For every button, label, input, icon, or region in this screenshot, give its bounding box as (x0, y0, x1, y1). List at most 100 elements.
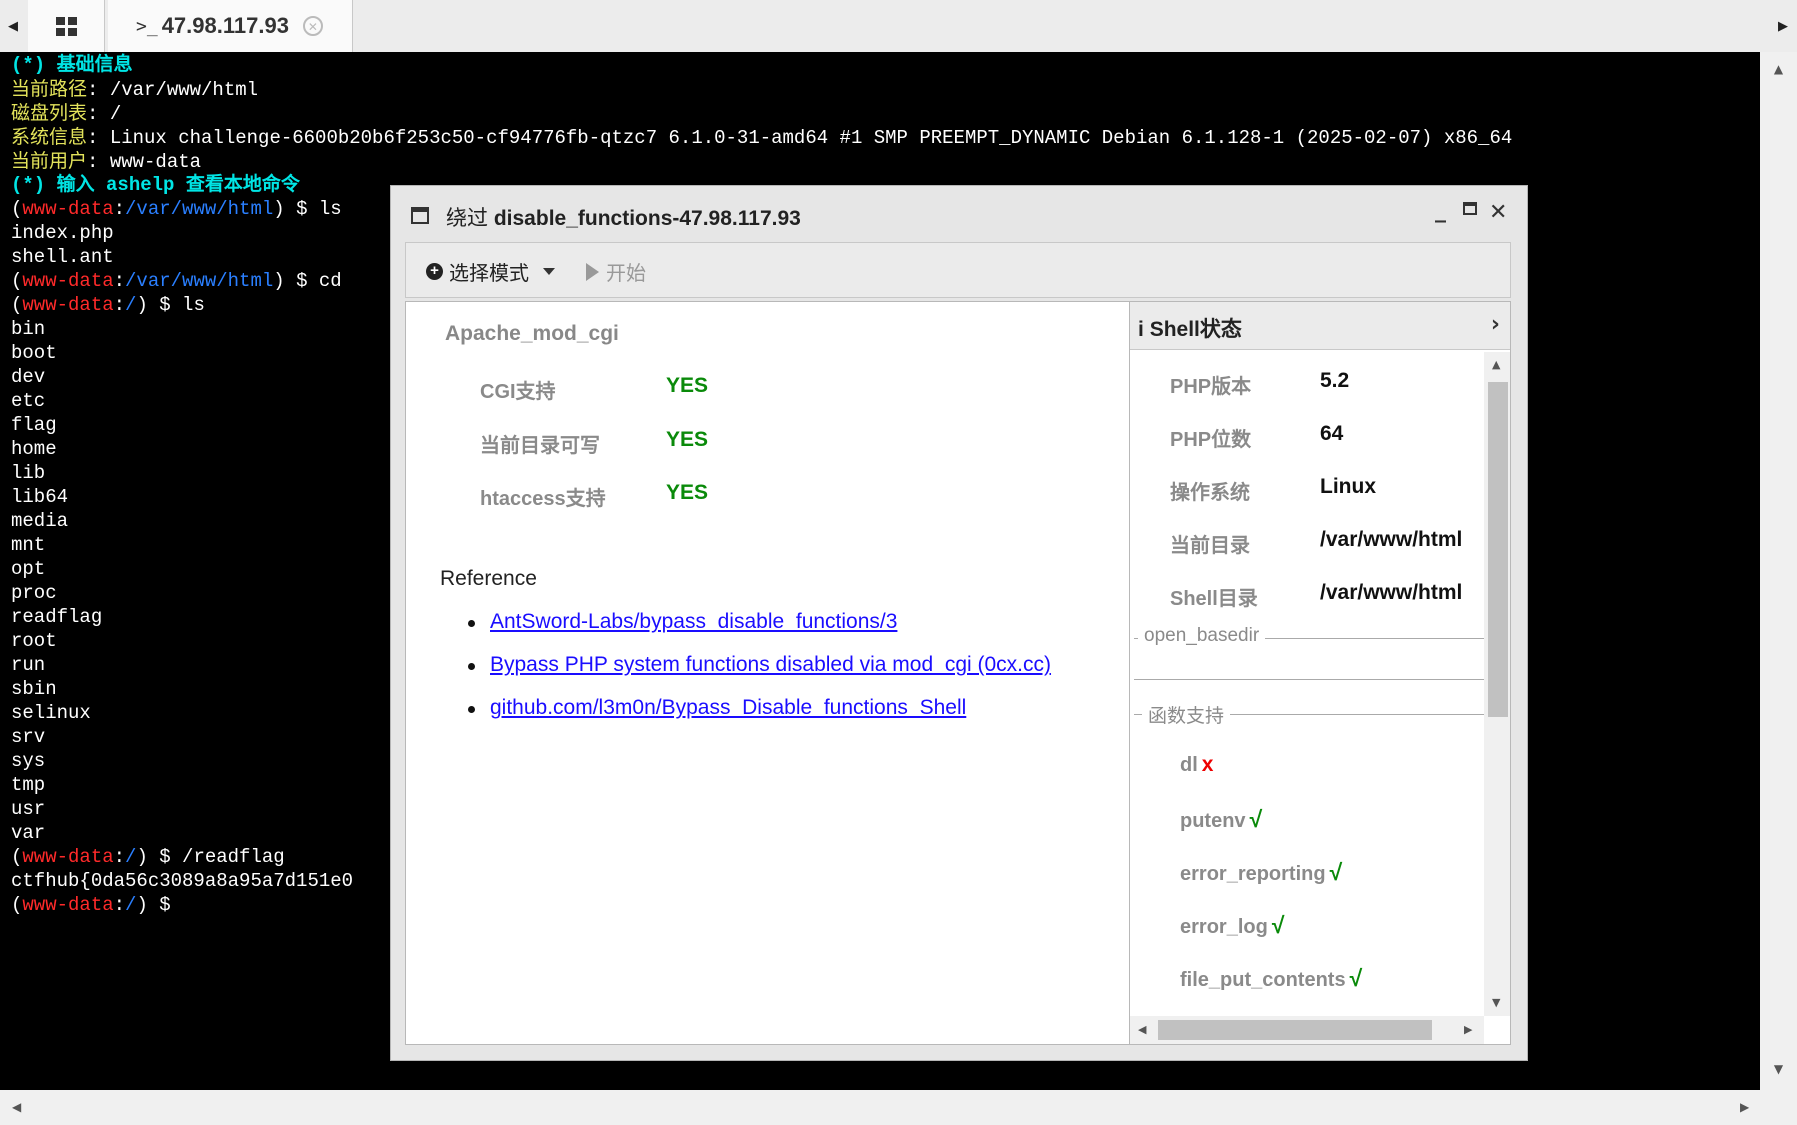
fieldset-divider (1134, 679, 1484, 680)
terminal-horizontal-scrollbar[interactable]: ◀ ▶ (0, 1090, 1797, 1125)
maximize-icon[interactable] (1463, 202, 1477, 215)
check-value: YES (666, 374, 709, 397)
terminal-text: : /var/www/html (87, 79, 259, 101)
function-name: putenv (1180, 810, 1246, 832)
function-name: dl (1180, 754, 1198, 776)
reference-item: github.com/l3m0n/Bypass_Disable_function… (467, 694, 1051, 737)
status-label: 操作系统 (1170, 482, 1250, 504)
terminal-text: : www-data (87, 151, 202, 173)
terminal-text: shell.ant (11, 246, 114, 268)
reference-link[interactable]: github.com/l3m0n/Bypass_Disable_function… (490, 696, 966, 719)
scroll-right-icon[interactable]: ▶ (1464, 1023, 1472, 1036)
terminal-text: var (11, 822, 46, 844)
terminal-text: media (11, 510, 69, 532)
tab-home[interactable] (28, 0, 105, 52)
window-title-prefix: 绕过 (446, 207, 488, 230)
chevron-right-icon[interactable]: › (1491, 312, 1500, 337)
functions-label: 函数支持 (1142, 701, 1231, 728)
scrollbar-thumb[interactable] (1158, 1020, 1432, 1040)
scroll-right-icon[interactable]: ▶ (1740, 1100, 1749, 1114)
caret-down-icon (543, 268, 555, 275)
status-value: 5.2 (1320, 369, 1350, 392)
function-item: error_reporting √ (1180, 859, 1342, 886)
shell-status-panel: i Shell状态 › PHP版本 5.2 PHP位数 64 操作系统 Linu… (1129, 301, 1511, 1045)
terminal-vertical-scrollbar[interactable]: ▲ ▼ (1760, 52, 1797, 1090)
terminal-text: ) $ ls (136, 294, 205, 316)
minimize-icon[interactable]: _ (1435, 198, 1446, 223)
terminal-text: ( (11, 846, 23, 868)
terminal-text: : / (87, 103, 122, 125)
reference-link[interactable]: AntSword-Labs/bypass_disable_functions/3 (490, 610, 897, 633)
terminal-line: 系统信息: Linux challenge-6600b20b6f253c50-c… (11, 125, 1512, 149)
terminal-text: ctfhub{0da56c3089a8a95a7d151e0 (11, 870, 354, 892)
shell-status-header[interactable]: i Shell状态 › (1130, 302, 1510, 350)
terminal-text: www-data (22, 294, 114, 316)
terminal-text: home (11, 438, 57, 460)
status-value: Linux (1320, 475, 1376, 498)
supported-icon: √ (1329, 859, 1343, 885)
terminal-text: /var/www/html (125, 270, 274, 292)
select-mode-dropdown[interactable]: + 选择模式 (426, 257, 555, 286)
check-label: htaccess支持 (480, 488, 606, 510)
scroll-up-icon[interactable]: ▲ (1492, 358, 1500, 371)
terminal-text: srv (11, 726, 46, 748)
close-tab-icon[interactable]: ✕ (302, 16, 323, 36)
tab-connection[interactable]: >_ 47.98.117.93 ✕ (108, 0, 353, 52)
terminal-text: root (11, 630, 57, 652)
close-window-icon[interactable]: ✕ (1489, 200, 1507, 225)
scroll-left-icon[interactable]: ◀ (12, 1100, 21, 1114)
plus-circle-icon: + (426, 263, 443, 280)
play-icon (586, 262, 599, 281)
status-vertical-scrollbar[interactable]: ▲ ▼ (1484, 352, 1510, 1016)
scrollbar-thumb[interactable] (1488, 382, 1508, 717)
status-value: 64 (1320, 422, 1344, 445)
terminal-text: www-data (22, 270, 114, 292)
status-horizontal-scrollbar[interactable]: ◀ ▶ (1130, 1016, 1484, 1044)
scroll-up-icon[interactable]: ▲ (1760, 62, 1797, 76)
check-value: YES (666, 481, 709, 504)
terminal-text: index.php (11, 222, 114, 244)
start-label: 开始 (606, 263, 646, 285)
reference-item: Bypass PHP system functions disabled via… (467, 651, 1051, 694)
function-item: dl x (1180, 753, 1213, 777)
scroll-left-icon[interactable]: ◀ (1138, 1023, 1146, 1036)
function-item: error_log √ (1180, 912, 1284, 939)
tab-bar: ◀ >_ 47.98.117.93 ✕ ▶ (0, 0, 1797, 53)
terminal-text: : (113, 894, 126, 916)
window-title: 绕过 disable_functions-47.98.117.93 (446, 202, 801, 232)
status-label: Shell目录 (1170, 588, 1258, 610)
reference-link[interactable]: Bypass PHP system functions disabled via… (490, 653, 1051, 676)
function-item: putenv √ (1180, 806, 1262, 833)
terminal-text: etc (11, 390, 46, 412)
scroll-down-icon[interactable]: ▼ (1760, 1062, 1797, 1076)
terminal-text: opt (11, 558, 46, 580)
terminal-text: proc (11, 582, 57, 604)
terminal-text: : (113, 846, 126, 868)
terminal-text: : (113, 294, 126, 316)
terminal-text: tmp (11, 774, 46, 796)
mode-title: Apache_mod_cgi (445, 322, 619, 345)
open-basedir-label: open_basedir (1138, 625, 1266, 647)
tab-scroll-left-icon[interactable]: ◀ (0, 0, 26, 52)
info-icon: i (1138, 318, 1144, 341)
window-titlebar[interactable]: 绕过 disable_functions-47.98.117.93 _ ✕ (391, 186, 1527, 242)
start-button[interactable]: 开始 (586, 257, 646, 286)
terminal-text: ) $ /readflag (136, 846, 285, 868)
function-name: file_put_contents (1180, 969, 1346, 991)
terminal-text: www-data (22, 846, 114, 868)
shell-status-title: i Shell状态 (1138, 313, 1242, 343)
terminal-text: bin (11, 318, 46, 340)
tab-host-label: 47.98.117.93 (161, 13, 289, 38)
terminal-text: usr (11, 798, 46, 820)
window-icon (411, 207, 429, 224)
terminal-text: /var/www/html (125, 198, 274, 220)
terminal-text: boot (11, 342, 57, 364)
supported-icon: √ (1249, 806, 1263, 832)
terminal-text: mnt (11, 534, 46, 556)
tab-scroll-right-icon[interactable]: ▶ (1770, 0, 1796, 52)
terminal-text: / (125, 894, 137, 916)
grid-icon (55, 16, 77, 36)
function-name: error_reporting (1180, 863, 1326, 885)
scroll-down-icon[interactable]: ▼ (1492, 996, 1500, 1009)
terminal-text: (*) 基础信息 (11, 54, 133, 76)
